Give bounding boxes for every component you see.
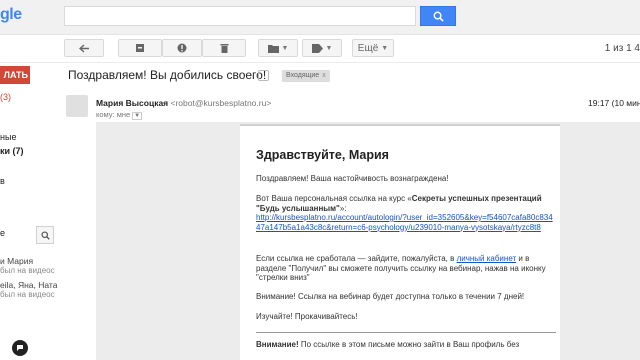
delete-button[interactable] — [202, 39, 246, 57]
compose-button[interactable]: ЛАТЬ — [0, 66, 30, 84]
email-timestamp: 19:17 (10 мин — [588, 98, 640, 108]
important-marker-icon[interactable] — [258, 70, 269, 81]
chevron-down-icon: ▼ — [381, 44, 389, 52]
sender-avatar[interactable] — [66, 95, 88, 117]
course-link[interactable]: http://kursbesplatno.ru/account/autologi… — [256, 213, 553, 232]
cabinet-link[interactable]: личный кабинет — [457, 254, 517, 263]
paragraph-warning: Внимание! Ссылка на вебинар будет доступ… — [256, 292, 525, 301]
labels-button[interactable]: ▼ — [302, 39, 342, 57]
email-subject: Поздравляем! Вы добились своего! — [68, 68, 267, 82]
paragraph-course: Вот Ваша персональная ссылка на курс «Се… — [256, 194, 553, 232]
search-icon — [40, 230, 50, 240]
archive-button[interactable] — [118, 39, 162, 57]
message-toolbar: ▼ ▼ Ещё ▼ 1 из 1 4 — [0, 34, 640, 63]
paragraph: Поздравляем! Ваша настойчивость вознагра… — [256, 174, 449, 183]
chevron-down-icon: ▼ — [325, 44, 333, 52]
sidebar-item-inbox-count[interactable]: (3) — [0, 92, 11, 102]
sender-info: Мария Высоцкая <robot@kursbesplatno.ru> — [96, 98, 271, 108]
report-spam-button[interactable] — [162, 39, 202, 57]
more-button[interactable]: Ещё ▼ — [352, 39, 394, 57]
paragraph-notice: Внимание! По ссылке в этом письме можно … — [256, 340, 520, 349]
search-input[interactable] — [64, 6, 416, 26]
sidebar-item-starred[interactable]: ные — [0, 132, 16, 142]
contact-status: был на видеос — [0, 290, 55, 299]
top-bar: gle — [0, 0, 640, 35]
search-icon — [433, 11, 444, 22]
back-arrow-icon — [78, 43, 89, 53]
paragraph-closing: Изучайте! Прокачивайтесь! — [256, 312, 358, 321]
search-button[interactable] — [420, 6, 456, 26]
paragraph-cabinet: Если ссылка не сработала — зайдите, пожа… — [256, 254, 546, 282]
contact-status: был на видеос — [0, 266, 55, 275]
sidebar-item-e[interactable]: е — [0, 228, 5, 238]
message-card: Здравствуйте, Мария Поздравляем! Ваша на… — [240, 124, 560, 360]
recipients: кому: мне ▼ — [96, 110, 143, 120]
contact-name[interactable]: eila, Яна, Ната — [0, 280, 57, 290]
move-to-button[interactable]: ▼ — [258, 39, 298, 57]
show-details-icon[interactable]: ▼ — [132, 112, 143, 120]
hangouts-button[interactable] — [12, 340, 28, 356]
pager-range: 1 из 1 4 — [604, 43, 640, 54]
sender-name[interactable]: Мария Высоцкая — [96, 98, 168, 108]
contacts-search-button[interactable] — [36, 226, 54, 244]
chevron-down-icon: ▼ — [281, 44, 289, 52]
inbox-label-chip: Входящие x — [282, 70, 330, 82]
greeting: Здравствуйте, Мария — [256, 148, 389, 162]
back-button[interactable] — [64, 39, 104, 57]
sidebar-item-drafts[interactable]: ки (7) — [0, 146, 24, 156]
contact-name[interactable]: и Мария — [0, 256, 33, 266]
archive-icon — [136, 44, 144, 52]
gmail-logo[interactable]: gle — [0, 6, 22, 24]
folder-icon — [267, 44, 279, 53]
sidebar-item-b[interactable]: в — [0, 176, 5, 186]
sender-email: <robot@kursbesplatno.ru> — [170, 98, 272, 108]
remove-label-icon[interactable]: x — [322, 70, 326, 82]
trash-icon — [220, 44, 228, 53]
chat-bubble-icon — [17, 345, 23, 351]
divider — [256, 332, 556, 333]
spam-icon — [177, 43, 187, 53]
label-icon — [311, 43, 323, 53]
